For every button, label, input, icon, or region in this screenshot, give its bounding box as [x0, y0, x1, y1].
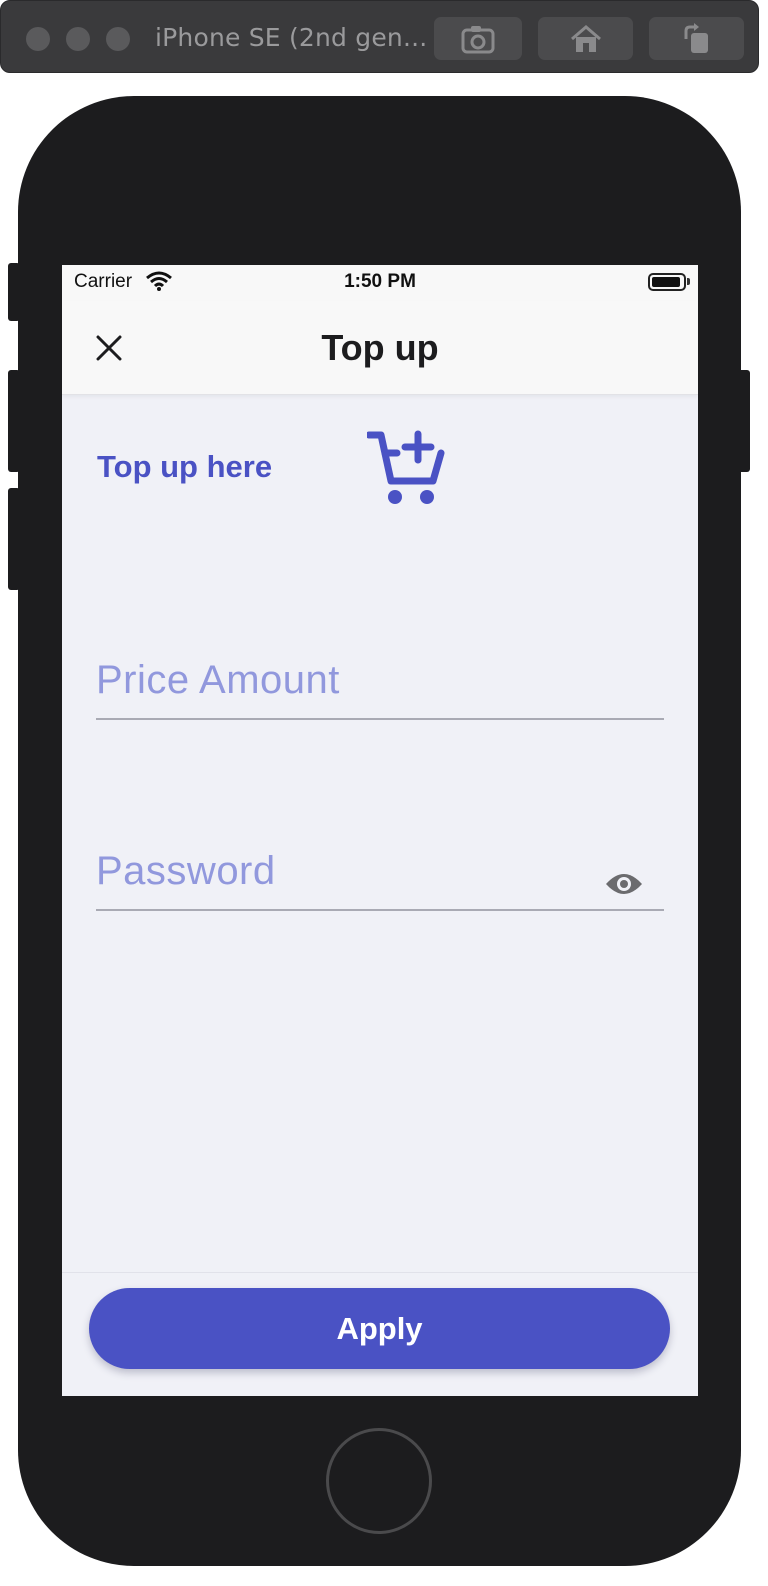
screenshot-button[interactable]	[434, 17, 522, 60]
home-button[interactable]	[538, 17, 633, 60]
home-icon	[570, 24, 601, 52]
app-screen: Carrier 1:50 PM Top up Top up here Price…	[62, 265, 698, 1396]
eye-icon	[606, 874, 642, 894]
window-zoom-dot[interactable]	[106, 27, 130, 51]
price-amount-field[interactable]: Price Amount	[96, 620, 664, 720]
window-minimize-dot[interactable]	[66, 27, 90, 51]
password-input[interactable]	[96, 841, 596, 901]
simulator-title-bar: iPhone SE (2nd gen...	[0, 0, 759, 73]
screenshot-icon	[461, 25, 495, 53]
rotate-icon	[684, 22, 708, 53]
footer-bar: Apply	[62, 1272, 698, 1396]
status-time: 1:50 PM	[344, 271, 416, 292]
top-up-heading: Top up here	[97, 427, 517, 517]
password-field[interactable]: Password	[96, 811, 664, 911]
price-amount-input[interactable]	[96, 650, 596, 710]
heading-label: Top up here	[97, 449, 273, 484]
status-bar: Carrier 1:50 PM	[62, 265, 698, 301]
cart-plus-icon	[367, 430, 445, 504]
rotate-button[interactable]	[649, 17, 744, 60]
battery-cap	[687, 278, 690, 285]
device-home-button[interactable]	[326, 1428, 432, 1534]
navigation-bar: Top up	[62, 301, 698, 395]
apply-button[interactable]: Apply	[89, 1288, 670, 1369]
page-title: Top up	[321, 327, 439, 368]
window-close-dot[interactable]	[26, 27, 50, 51]
simulator-device-title: iPhone SE (2nd gen...	[155, 23, 428, 52]
battery-icon	[648, 273, 686, 291]
toggle-password-visibility[interactable]	[604, 869, 644, 899]
